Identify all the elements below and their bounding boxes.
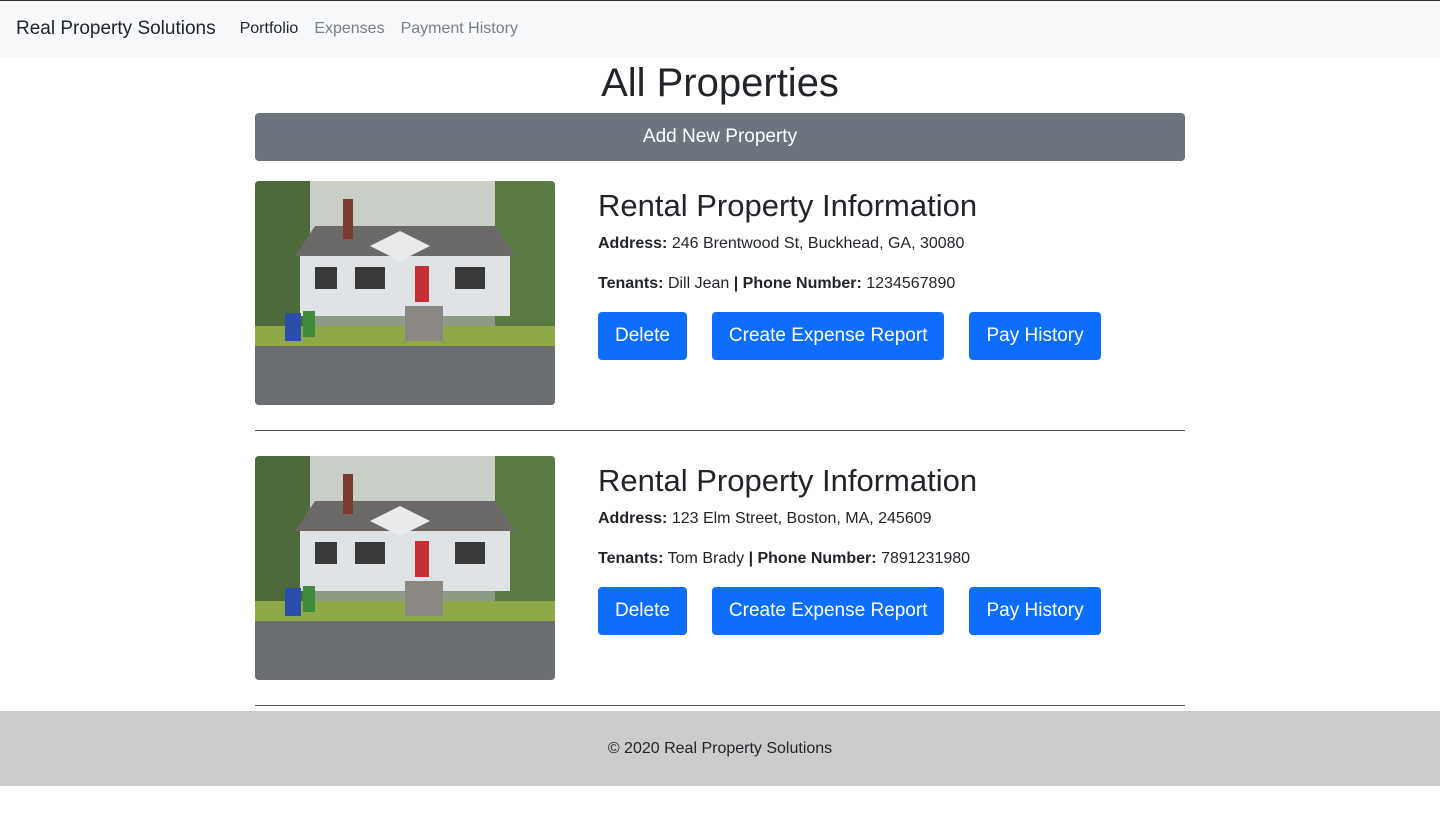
property-info: Rental Property Information Address: 246… [598, 181, 1185, 360]
phone-label: | Phone Number: [733, 275, 862, 292]
address-label: Address: [598, 510, 668, 527]
phone-value: 7891231980 [881, 550, 971, 567]
property-photo [255, 181, 555, 405]
divider [255, 430, 1185, 431]
address-label: Address: [598, 235, 668, 252]
page-title: All Properties [601, 61, 839, 105]
navbar: Real Property Solutions Portfolio Expens… [0, 0, 1440, 57]
tenants-label: Tenants: [598, 275, 664, 292]
nav-portfolio[interactable]: Portfolio [240, 20, 299, 38]
property-actions: Delete Create Expense Report Pay History [598, 587, 1101, 635]
tenants-value: Dill Jean [667, 275, 730, 292]
nav-expenses[interactable]: Expenses [314, 20, 384, 38]
property-photo [255, 456, 555, 680]
footer-text: © 2020 Real Property Solutions [607, 739, 833, 757]
property-info: Rental Property Information Address: 123… [598, 456, 1185, 635]
nav-payment-history[interactable]: Payment History [401, 20, 518, 38]
create-expense-report-button[interactable]: Create Expense Report [711, 587, 945, 635]
tenants-label: Tenants: [598, 550, 664, 567]
delete-button[interactable]: Delete [598, 587, 687, 635]
divider [255, 705, 1185, 706]
pay-history-button[interactable]: Pay History [969, 312, 1101, 360]
phone-value: 1234567890 [866, 275, 956, 292]
property-heading: Rental Property Information [598, 463, 978, 498]
property-card: Rental Property Information Address: 123… [255, 456, 1185, 706]
delete-button[interactable]: Delete [598, 312, 687, 360]
address-value: 246 Brentwood St, Buckhead, GA, 30080 [671, 235, 965, 252]
property-actions: Delete Create Expense Report Pay History [598, 312, 1101, 360]
address-line: Address: 246 Brentwood St, Buckhead, GA,… [598, 232, 1185, 256]
tenant-line: Tenants: Tom Brady | Phone Number: 78912… [598, 547, 1185, 571]
tenants-value: Tom Brady [667, 550, 745, 567]
property-card: Rental Property Information Address: 246… [255, 181, 1185, 431]
pay-history-button[interactable]: Pay History [969, 587, 1101, 635]
property-heading: Rental Property Information [598, 188, 978, 223]
create-expense-report-button[interactable]: Create Expense Report [711, 312, 945, 360]
tenant-line: Tenants: Dill Jean | Phone Number: 12345… [598, 272, 1185, 296]
phone-label: | Phone Number: [748, 550, 877, 567]
add-new-property-button[interactable]: Add New Property [255, 113, 1185, 161]
address-value: 123 Elm Street, Boston, MA, 245609 [671, 510, 932, 527]
footer: © 2020 Real Property Solutions [0, 711, 1440, 786]
brand-link[interactable]: Real Property Solutions [16, 18, 216, 40]
address-line: Address: 123 Elm Street, Boston, MA, 245… [598, 507, 1185, 531]
